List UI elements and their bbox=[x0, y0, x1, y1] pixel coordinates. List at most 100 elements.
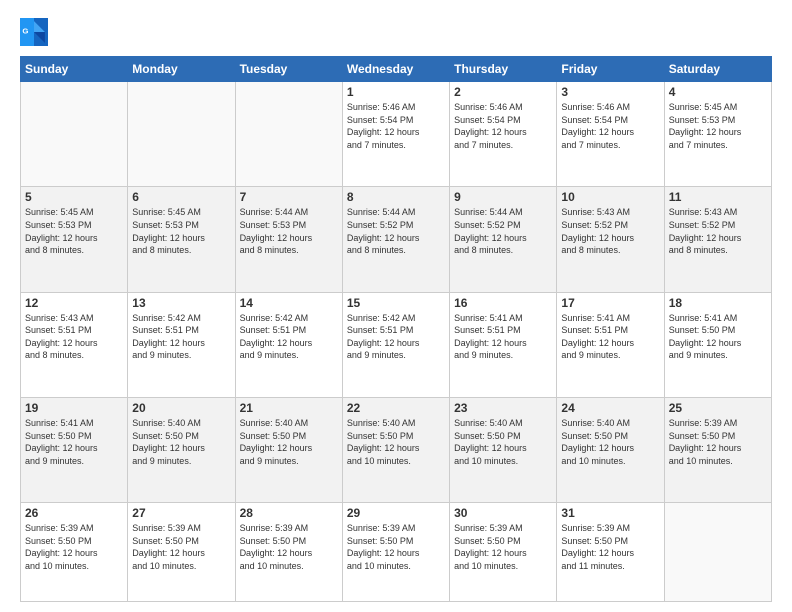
day-info: Sunrise: 5:45 AM Sunset: 5:53 PM Dayligh… bbox=[25, 206, 123, 256]
day-number: 9 bbox=[454, 190, 552, 204]
page: G SundayMondayTuesdayWednesdayThursdayFr… bbox=[0, 0, 792, 612]
calendar-cell bbox=[235, 82, 342, 187]
day-number: 16 bbox=[454, 296, 552, 310]
day-info: Sunrise: 5:39 AM Sunset: 5:50 PM Dayligh… bbox=[25, 522, 123, 572]
day-info: Sunrise: 5:40 AM Sunset: 5:50 PM Dayligh… bbox=[347, 417, 445, 467]
day-info: Sunrise: 5:46 AM Sunset: 5:54 PM Dayligh… bbox=[347, 101, 445, 151]
day-number: 20 bbox=[132, 401, 230, 415]
calendar-cell: 1 Sunrise: 5:46 AM Sunset: 5:54 PM Daylig… bbox=[342, 82, 449, 187]
day-number: 26 bbox=[25, 506, 123, 520]
day-number: 7 bbox=[240, 190, 338, 204]
calendar-cell: 2Sunrise: 5:46 AM Sunset: 5:54 PM Daylig… bbox=[450, 82, 557, 187]
day-info: Sunrise: 5:40 AM Sunset: 5:50 PM Dayligh… bbox=[132, 417, 230, 467]
day-info: Sunrise: 5:41 AM Sunset: 5:50 PM Dayligh… bbox=[25, 417, 123, 467]
day-info: Sunrise: 5:39 AM Sunset: 5:50 PM Dayligh… bbox=[454, 522, 552, 572]
calendar-table: SundayMondayTuesdayWednesdayThursdayFrid… bbox=[20, 56, 772, 602]
day-info: Sunrise: 5:39 AM Sunset: 5:50 PM Dayligh… bbox=[240, 522, 338, 572]
day-info: Sunrise: 5:45 AM Sunset: 5:53 PM Dayligh… bbox=[669, 101, 767, 151]
calendar-cell: 26 Sunrise: 5:39 AM Sunset: 5:50 PM Dayli… bbox=[21, 503, 128, 602]
calendar-cell: 20 Sunrise: 5:40 AM Sunset: 5:50 PM Dayli… bbox=[128, 397, 235, 502]
day-number: 19 bbox=[25, 401, 123, 415]
day-number: 27 bbox=[132, 506, 230, 520]
weekday-header-friday: Friday bbox=[557, 57, 664, 82]
calendar-cell: 25 Sunrise: 5:39 AM Sunset: 5:50 PM Dayli… bbox=[664, 397, 771, 502]
calendar-cell: 17Sunrise: 5:41 AM Sunset: 5:51 PM Dayli… bbox=[557, 292, 664, 397]
calendar-cell: 7 Sunrise: 5:44 AM Sunset: 5:53 PM Daylig… bbox=[235, 187, 342, 292]
day-number: 1 bbox=[347, 85, 445, 99]
day-info: Sunrise: 5:41 AM Sunset: 5:51 PM Dayligh… bbox=[561, 312, 659, 362]
calendar-cell: 19 Sunrise: 5:41 AM Sunset: 5:50 PM Dayli… bbox=[21, 397, 128, 502]
weekday-header-saturday: Saturday bbox=[664, 57, 771, 82]
day-number: 24 bbox=[561, 401, 659, 415]
svg-text:G: G bbox=[22, 27, 28, 36]
day-number: 10 bbox=[561, 190, 659, 204]
calendar-cell: 12 Sunrise: 5:43 AM Sunset: 5:51 PM Dayli… bbox=[21, 292, 128, 397]
day-info: Sunrise: 5:40 AM Sunset: 5:50 PM Dayligh… bbox=[561, 417, 659, 467]
day-number: 13 bbox=[132, 296, 230, 310]
calendar-cell: 11Sunrise: 5:43 AM Sunset: 5:52 PM Dayli… bbox=[664, 187, 771, 292]
day-number: 8 bbox=[347, 190, 445, 204]
day-info: Sunrise: 5:44 AM Sunset: 5:52 PM Dayligh… bbox=[347, 206, 445, 256]
day-info: Sunrise: 5:43 AM Sunset: 5:52 PM Dayligh… bbox=[561, 206, 659, 256]
day-info: Sunrise: 5:40 AM Sunset: 5:50 PM Dayligh… bbox=[454, 417, 552, 467]
calendar-cell: 6 Sunrise: 5:45 AM Sunset: 5:53 PM Daylig… bbox=[128, 187, 235, 292]
calendar-cell: 31Sunrise: 5:39 AM Sunset: 5:50 PM Dayli… bbox=[557, 503, 664, 602]
day-number: 25 bbox=[669, 401, 767, 415]
calendar-cell: 5Sunrise: 5:45 AM Sunset: 5:53 PM Daylig… bbox=[21, 187, 128, 292]
day-number: 23 bbox=[454, 401, 552, 415]
day-info: Sunrise: 5:45 AM Sunset: 5:53 PM Dayligh… bbox=[132, 206, 230, 256]
calendar-cell: 29 Sunrise: 5:39 AM Sunset: 5:50 PM Dayli… bbox=[342, 503, 449, 602]
calendar-cell: 23 Sunrise: 5:40 AM Sunset: 5:50 PM Dayli… bbox=[450, 397, 557, 502]
calendar-week-1: 1 Sunrise: 5:46 AM Sunset: 5:54 PM Daylig… bbox=[21, 82, 772, 187]
day-number: 6 bbox=[132, 190, 230, 204]
calendar-cell: 4 Sunrise: 5:45 AM Sunset: 5:53 PM Daylig… bbox=[664, 82, 771, 187]
logo: G bbox=[20, 18, 52, 46]
weekday-header-monday: Monday bbox=[128, 57, 235, 82]
calendar-header-row: SundayMondayTuesdayWednesdayThursdayFrid… bbox=[21, 57, 772, 82]
day-info: Sunrise: 5:40 AM Sunset: 5:50 PM Dayligh… bbox=[240, 417, 338, 467]
calendar-cell: 24 Sunrise: 5:40 AM Sunset: 5:50 PM Dayli… bbox=[557, 397, 664, 502]
calendar-cell: 3 Sunrise: 5:46 AM Sunset: 5:54 PM Daylig… bbox=[557, 82, 664, 187]
day-info: Sunrise: 5:46 AM Sunset: 5:54 PM Dayligh… bbox=[561, 101, 659, 151]
day-info: Sunrise: 5:39 AM Sunset: 5:50 PM Dayligh… bbox=[669, 417, 767, 467]
calendar-cell: 14 Sunrise: 5:42 AM Sunset: 5:51 PM Dayli… bbox=[235, 292, 342, 397]
calendar-week-3: 12 Sunrise: 5:43 AM Sunset: 5:51 PM Dayli… bbox=[21, 292, 772, 397]
day-info: Sunrise: 5:42 AM Sunset: 5:51 PM Dayligh… bbox=[132, 312, 230, 362]
weekday-header-sunday: Sunday bbox=[21, 57, 128, 82]
weekday-header-tuesday: Tuesday bbox=[235, 57, 342, 82]
day-number: 4 bbox=[669, 85, 767, 99]
calendar-cell: 16Sunrise: 5:41 AM Sunset: 5:51 PM Dayli… bbox=[450, 292, 557, 397]
calendar-cell: 28 Sunrise: 5:39 AM Sunset: 5:50 PM Dayli… bbox=[235, 503, 342, 602]
calendar-cell: 18Sunrise: 5:41 AM Sunset: 5:50 PM Dayli… bbox=[664, 292, 771, 397]
day-info: Sunrise: 5:43 AM Sunset: 5:52 PM Dayligh… bbox=[669, 206, 767, 256]
calendar-week-4: 19 Sunrise: 5:41 AM Sunset: 5:50 PM Dayli… bbox=[21, 397, 772, 502]
day-number: 15 bbox=[347, 296, 445, 310]
day-number: 12 bbox=[25, 296, 123, 310]
logo-icon: G bbox=[20, 18, 48, 46]
calendar-cell: 8 Sunrise: 5:44 AM Sunset: 5:52 PM Daylig… bbox=[342, 187, 449, 292]
day-info: Sunrise: 5:41 AM Sunset: 5:50 PM Dayligh… bbox=[669, 312, 767, 362]
day-number: 28 bbox=[240, 506, 338, 520]
day-number: 14 bbox=[240, 296, 338, 310]
calendar-cell: 13 Sunrise: 5:42 AM Sunset: 5:51 PM Dayli… bbox=[128, 292, 235, 397]
calendar-cell: 30 Sunrise: 5:39 AM Sunset: 5:50 PM Dayli… bbox=[450, 503, 557, 602]
day-info: Sunrise: 5:42 AM Sunset: 5:51 PM Dayligh… bbox=[347, 312, 445, 362]
day-number: 30 bbox=[454, 506, 552, 520]
day-number: 29 bbox=[347, 506, 445, 520]
calendar-cell bbox=[21, 82, 128, 187]
calendar-week-2: 5Sunrise: 5:45 AM Sunset: 5:53 PM Daylig… bbox=[21, 187, 772, 292]
day-info: Sunrise: 5:44 AM Sunset: 5:53 PM Dayligh… bbox=[240, 206, 338, 256]
calendar-cell: 9Sunrise: 5:44 AM Sunset: 5:52 PM Daylig… bbox=[450, 187, 557, 292]
calendar-cell: 10 Sunrise: 5:43 AM Sunset: 5:52 PM Dayli… bbox=[557, 187, 664, 292]
day-info: Sunrise: 5:39 AM Sunset: 5:50 PM Dayligh… bbox=[347, 522, 445, 572]
day-info: Sunrise: 5:43 AM Sunset: 5:51 PM Dayligh… bbox=[25, 312, 123, 362]
calendar-week-5: 26 Sunrise: 5:39 AM Sunset: 5:50 PM Dayli… bbox=[21, 503, 772, 602]
day-number: 21 bbox=[240, 401, 338, 415]
calendar-cell: 21 Sunrise: 5:40 AM Sunset: 5:50 PM Dayli… bbox=[235, 397, 342, 502]
day-info: Sunrise: 5:42 AM Sunset: 5:51 PM Dayligh… bbox=[240, 312, 338, 362]
day-number: 2 bbox=[454, 85, 552, 99]
weekday-header-thursday: Thursday bbox=[450, 57, 557, 82]
header: G bbox=[20, 18, 772, 46]
day-number: 3 bbox=[561, 85, 659, 99]
day-number: 31 bbox=[561, 506, 659, 520]
